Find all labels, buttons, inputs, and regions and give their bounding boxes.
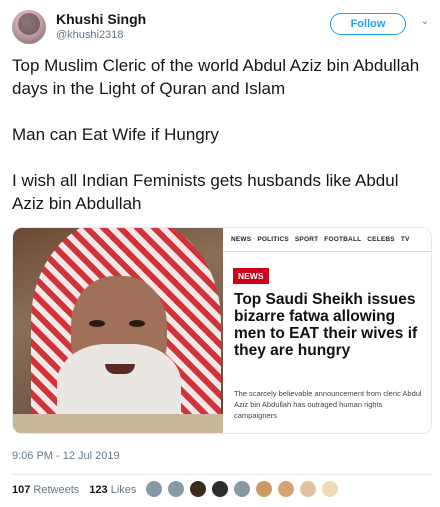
tweet-line: Top Muslim Cleric of the world Abdul Azi…: [12, 56, 420, 98]
liker-avatar[interactable]: [189, 480, 207, 498]
likes-stat[interactable]: 123 Likes: [89, 484, 136, 496]
liker-avatar[interactable]: [145, 480, 163, 498]
retweets-stat[interactable]: 107 Retweets: [12, 484, 79, 496]
liker-avatar[interactable]: [211, 480, 229, 498]
likes-label: Likes: [110, 484, 137, 496]
liker-avatars: [145, 480, 339, 498]
article-headline: Top Saudi Sheikh issues bizarre fatwa al…: [234, 291, 418, 359]
user-handle[interactable]: @khushi2318: [56, 29, 123, 41]
tweet-line: I wish all Indian Feminists gets husband…: [12, 171, 399, 213]
liker-avatar[interactable]: [255, 480, 273, 498]
tweet-text: Top Muslim Cleric of the world Abdul Azi…: [12, 54, 432, 215]
divider: [12, 474, 432, 475]
article-standfirst: The scarcely believable announcement fro…: [234, 389, 422, 420]
user-avatar[interactable]: [12, 10, 46, 44]
chevron-down-icon[interactable]: ⌄: [418, 15, 432, 29]
article-screenshot: NEWS POLITICS SPORT FOOTBALL CELEBS TV N…: [223, 228, 431, 433]
retweets-count: 107: [12, 484, 31, 496]
nav-item: CELEBS: [367, 236, 395, 243]
nav-item: TV: [400, 236, 410, 243]
likes-count: 123: [89, 484, 108, 496]
tweet-stats: 107 Retweets 123 Likes: [12, 484, 136, 496]
liker-avatar[interactable]: [233, 480, 251, 498]
media-card[interactable]: NEWS POLITICS SPORT FOOTBALL CELEBS TV N…: [12, 227, 432, 434]
nav-item: POLITICS: [257, 236, 289, 243]
liker-avatar[interactable]: [167, 480, 185, 498]
liker-avatar[interactable]: [277, 480, 295, 498]
news-badge: NEWS: [233, 268, 269, 284]
cleric-photo: [13, 228, 223, 433]
article-navbar: NEWS POLITICS SPORT FOOTBALL CELEBS TV: [223, 228, 431, 252]
nav-item: SPORT: [294, 236, 319, 243]
retweets-label: Retweets: [33, 484, 80, 496]
tweet-timestamp[interactable]: 9:06 PM - 12 Jul 2019: [12, 450, 120, 462]
tweet-header: Khushi Singh @khushi2318 Follow ⌄: [0, 0, 440, 50]
nav-item: FOOTBALL: [324, 236, 362, 243]
user-name[interactable]: Khushi Singh: [56, 11, 146, 27]
liker-avatar[interactable]: [299, 480, 317, 498]
follow-button[interactable]: Follow: [330, 13, 406, 35]
liker-avatar[interactable]: [321, 480, 339, 498]
tweet-line: Man can Eat Wife if Hungry: [12, 125, 219, 144]
nav-item: NEWS: [231, 236, 252, 243]
